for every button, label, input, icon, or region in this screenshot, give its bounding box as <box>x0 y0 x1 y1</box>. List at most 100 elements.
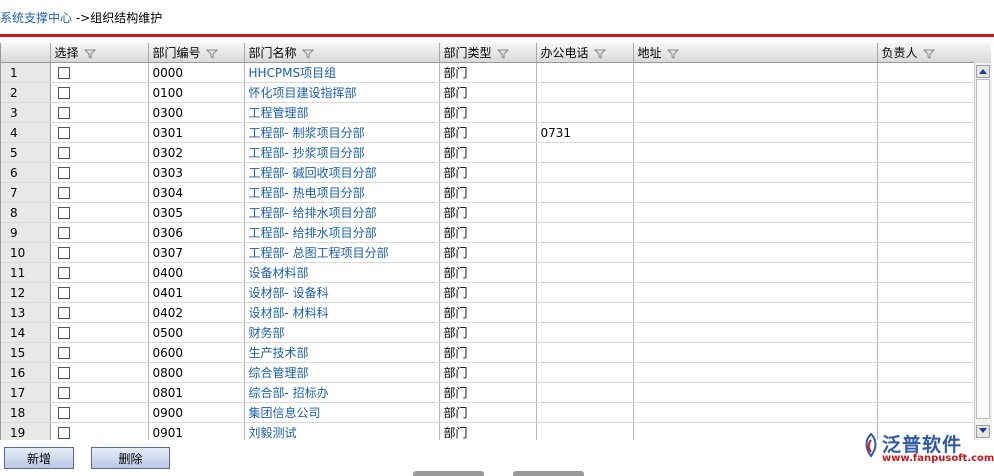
select-cell[interactable] <box>50 262 149 283</box>
table-row[interactable]: 14 0500 财务部 部门 <box>1 322 976 343</box>
name-link[interactable]: 工程部- 给排水项目分部 <box>244 202 440 223</box>
column-header-address[interactable]: 地址 <box>633 43 878 63</box>
row-checkbox[interactable] <box>57 247 70 259</box>
name-link[interactable]: 工程部- 热电项目分部 <box>244 182 440 203</box>
brand-logo: 泛普软件 www.fanpusoft.com <box>862 430 994 468</box>
select-cell[interactable] <box>50 342 149 363</box>
table-row[interactable]: 17 0801 综合部- 招标办 部门 <box>1 382 976 403</box>
name-link[interactable]: 设材部- 材料科 <box>244 302 440 323</box>
name-link[interactable]: 工程管理部 <box>244 102 440 123</box>
filter-icon[interactable] <box>301 49 314 59</box>
breadcrumb-root-link[interactable]: 系统支撑中心 <box>0 11 72 25</box>
name-link[interactable]: 工程部- 给排水项目分部 <box>244 222 440 243</box>
add-button[interactable]: 新增 <box>4 447 74 469</box>
row-checkbox[interactable] <box>57 327 70 339</box>
scroll-up-button[interactable] <box>976 65 990 78</box>
name-link[interactable]: 财务部 <box>244 322 440 343</box>
name-link[interactable]: 怀化项目建设指挥部 <box>244 82 440 103</box>
name-link[interactable]: 设备材料部 <box>244 262 440 283</box>
select-cell[interactable] <box>50 202 149 223</box>
table-row[interactable]: 9 0306 工程部- 给排水项目分部 部门 <box>1 222 976 243</box>
table-row[interactable]: 18 0900 集团信息公司 部门 <box>1 402 976 423</box>
name-link[interactable]: 工程部- 碱回收项目分部 <box>244 162 440 183</box>
select-cell[interactable] <box>50 82 149 103</box>
column-header-phone[interactable]: 办公电话 <box>536 43 634 63</box>
row-checkbox[interactable] <box>57 107 70 119</box>
row-checkbox[interactable] <box>57 367 70 379</box>
column-header-name[interactable]: 部门名称 <box>244 43 440 63</box>
name-link[interactable]: 工程部- 总图工程项目分部 <box>244 242 440 263</box>
select-cell[interactable] <box>50 322 149 343</box>
table-row[interactable]: 6 0303 工程部- 碱回收项目分部 部门 <box>1 162 976 183</box>
row-checkbox[interactable] <box>57 227 70 239</box>
table-row[interactable]: 19 0901 刘毅测试 部门 <box>1 422 976 440</box>
table-row[interactable]: 7 0304 工程部- 热电项目分部 部门 <box>1 182 976 203</box>
table-row[interactable]: 1 0000 HHCPMS项目组 部门 <box>1 62 976 83</box>
row-checkbox[interactable] <box>57 167 70 179</box>
row-checkbox[interactable] <box>57 207 70 219</box>
row-checkbox[interactable] <box>57 407 70 419</box>
table-row[interactable]: 3 0300 工程管理部 部门 <box>1 102 976 123</box>
filter-icon[interactable] <box>593 49 606 59</box>
select-cell[interactable] <box>50 182 149 203</box>
select-cell[interactable] <box>50 402 149 423</box>
select-cell[interactable] <box>50 382 149 403</box>
row-checkbox[interactable] <box>57 67 70 79</box>
column-header-select[interactable]: 选择 <box>50 43 149 63</box>
table-row[interactable]: 16 0800 综合管理部 部门 <box>1 362 976 383</box>
row-checkbox[interactable] <box>57 127 70 139</box>
select-cell[interactable] <box>50 122 149 143</box>
select-cell[interactable] <box>50 422 149 440</box>
row-checkbox[interactable] <box>57 87 70 99</box>
table-row[interactable]: 2 0100 怀化项目建设指挥部 部门 <box>1 82 976 103</box>
row-checkbox[interactable] <box>57 147 70 159</box>
type-cell: 部门 <box>439 262 537 283</box>
column-header-type[interactable]: 部门类型 <box>439 43 537 63</box>
filter-icon[interactable] <box>83 49 96 59</box>
table-row[interactable]: 13 0402 设材部- 材料科 部门 <box>1 302 976 323</box>
name-link[interactable]: 综合部- 招标办 <box>244 382 440 403</box>
table-row[interactable]: 8 0305 工程部- 给排水项目分部 部门 <box>1 202 976 223</box>
filter-icon[interactable] <box>496 49 509 59</box>
select-cell[interactable] <box>50 282 149 303</box>
address-cell <box>633 342 878 363</box>
table-row[interactable]: 5 0302 工程部- 抄浆项目分部 部门 <box>1 142 976 163</box>
table-row[interactable]: 4 0301 工程部- 制浆项目分部 部门 0731 <box>1 122 976 143</box>
row-checkbox[interactable] <box>57 307 70 319</box>
name-link[interactable]: 综合管理部 <box>244 362 440 383</box>
select-cell[interactable] <box>50 302 149 323</box>
name-link[interactable]: 工程部- 制浆项目分部 <box>244 122 440 143</box>
name-link[interactable]: 生产技术部 <box>244 342 440 363</box>
owner-cell <box>877 122 976 143</box>
column-header-code[interactable]: 部门编号 <box>148 43 245 63</box>
select-cell[interactable] <box>50 242 149 263</box>
filter-icon[interactable] <box>922 49 935 59</box>
row-checkbox[interactable] <box>57 267 70 279</box>
select-cell[interactable] <box>50 222 149 243</box>
name-link[interactable]: HHCPMS项目组 <box>244 62 440 83</box>
select-cell[interactable] <box>50 62 149 83</box>
select-cell[interactable] <box>50 362 149 383</box>
delete-button[interactable]: 删除 <box>91 447 170 469</box>
table-row[interactable]: 11 0400 设备材料部 部门 <box>1 262 976 283</box>
name-link[interactable]: 刘毅测试 <box>244 422 440 440</box>
column-header-owner[interactable]: 负责人 <box>877 43 976 63</box>
name-link[interactable]: 工程部- 抄浆项目分部 <box>244 142 440 163</box>
row-checkbox[interactable] <box>57 387 70 399</box>
name-link[interactable]: 设材部- 设备科 <box>244 282 440 303</box>
row-checkbox[interactable] <box>57 187 70 199</box>
row-checkbox[interactable] <box>57 347 70 359</box>
select-cell[interactable] <box>50 162 149 183</box>
row-checkbox[interactable] <box>57 427 70 439</box>
vertical-scrollbar[interactable] <box>974 63 992 440</box>
filter-icon[interactable] <box>666 49 679 59</box>
name-link[interactable]: 集团信息公司 <box>244 402 440 423</box>
table-row[interactable]: 12 0401 设材部- 设备科 部门 <box>1 282 976 303</box>
select-cell[interactable] <box>50 102 149 123</box>
scroll-thumb[interactable] <box>976 79 990 419</box>
row-checkbox[interactable] <box>57 287 70 299</box>
select-cell[interactable] <box>50 142 149 163</box>
filter-icon[interactable] <box>205 49 218 59</box>
table-row[interactable]: 10 0307 工程部- 总图工程项目分部 部门 <box>1 242 976 263</box>
table-row[interactable]: 15 0600 生产技术部 部门 <box>1 342 976 363</box>
